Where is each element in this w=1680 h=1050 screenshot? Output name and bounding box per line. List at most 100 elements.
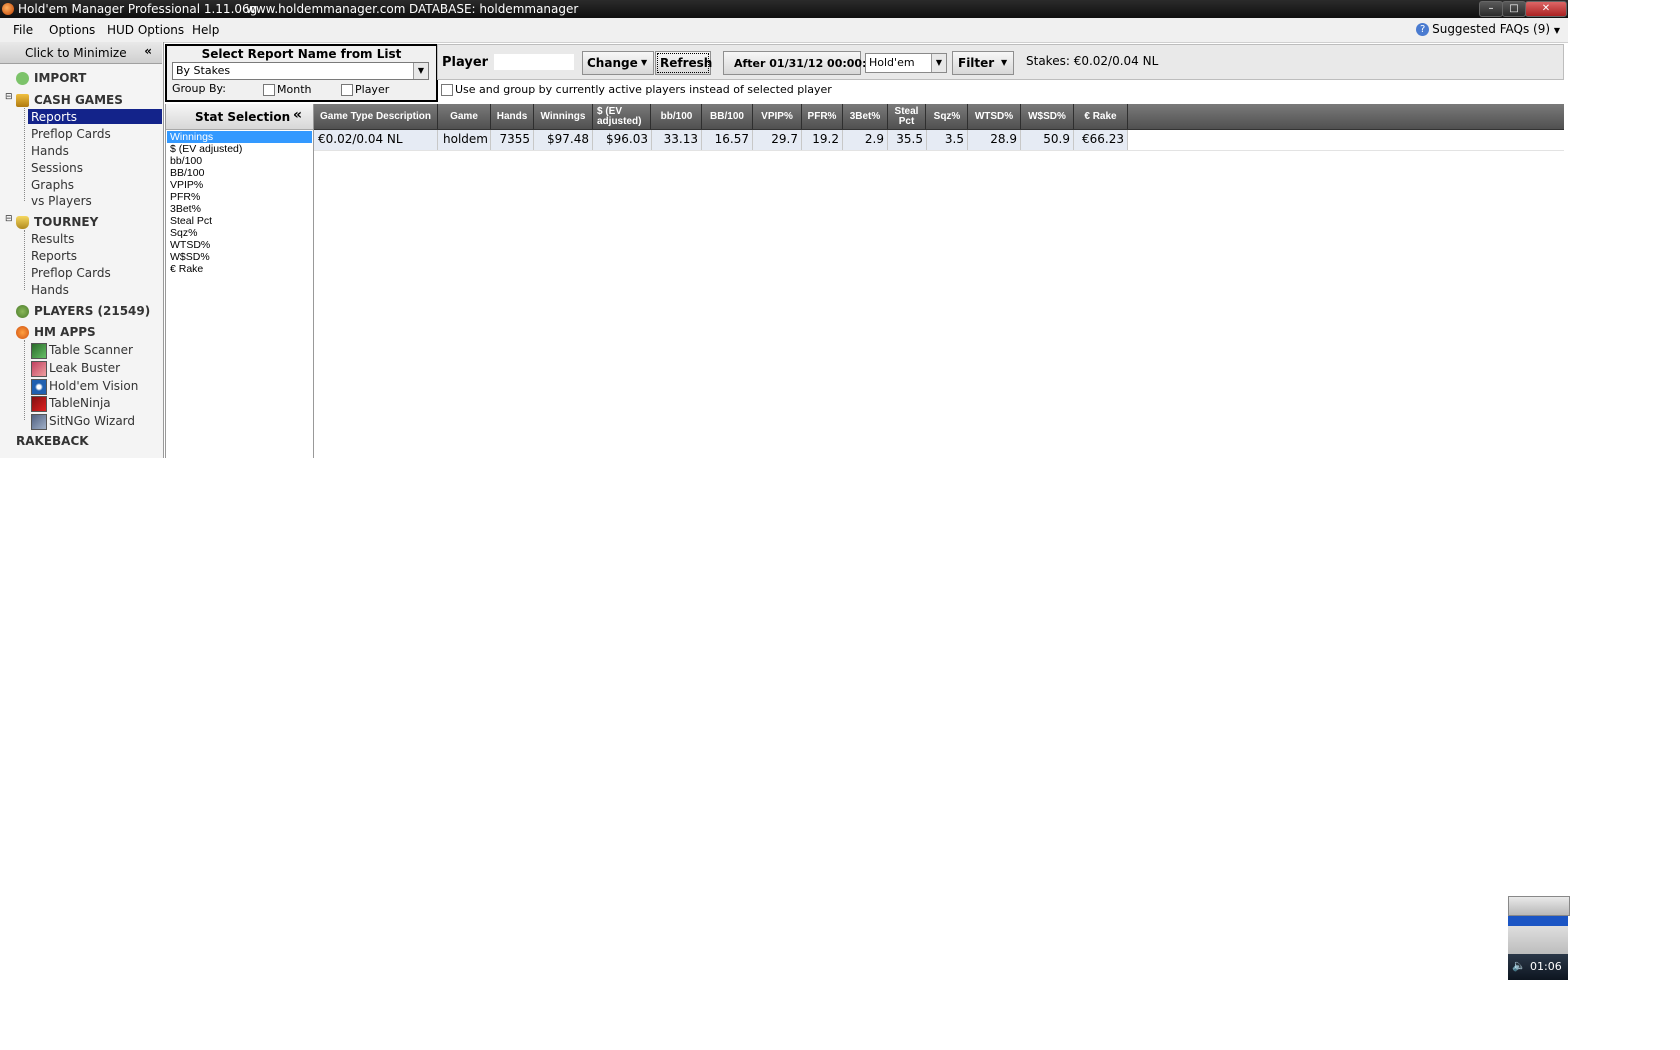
nav-cash-hands[interactable]: Hands <box>31 144 69 158</box>
nav-hm-apps[interactable]: HM APPS <box>34 325 96 339</box>
column-header[interactable]: VPIP% <box>753 104 802 129</box>
maximize-window-button[interactable]: □ <box>1502 1 1526 17</box>
stat-item[interactable]: 3Bet% <box>170 203 201 215</box>
game-type-value: Hold'em <box>869 56 915 69</box>
active-players-checkbox[interactable] <box>441 84 453 96</box>
nav-app-sitngo-wizard[interactable]: SitNGo Wizard <box>49 414 135 428</box>
report-selector-header: Select Report Name from List <box>201 47 402 61</box>
taskbar-button[interactable] <box>1508 896 1570 916</box>
report-toolbar: Player Change ▼ Refresh After 01/31/12 0… <box>437 44 1564 80</box>
column-header[interactable]: $ (EV adjusted) <box>593 104 651 129</box>
stat-item[interactable]: $ (EV adjusted) <box>170 143 242 155</box>
stat-item[interactable]: bb/100 <box>170 155 202 167</box>
nav-app-leak-buster[interactable]: Leak Buster <box>49 361 120 375</box>
nav-tourney-hands[interactable]: Hands <box>31 283 69 297</box>
column-header[interactable]: € Rake <box>1074 104 1128 129</box>
stat-item[interactable]: Sqz% <box>170 227 197 239</box>
nav-app-holdem-vision[interactable]: Hold'em Vision <box>49 379 138 393</box>
menu-hud-options[interactable]: HUD Options <box>107 23 184 37</box>
menu-file[interactable]: File <box>13 23 33 37</box>
change-player-button[interactable]: Change ▼ <box>582 51 654 75</box>
nav-import[interactable]: IMPORT <box>34 71 86 85</box>
stat-item[interactable]: W$SD% <box>170 251 210 263</box>
stat-item[interactable]: Steal Pct <box>170 215 212 227</box>
column-header[interactable]: Winnings <box>534 104 593 129</box>
collapse-cash-icon[interactable]: ⊟ <box>5 92 13 102</box>
nav-tourney-reports[interactable]: Reports <box>31 249 77 263</box>
nav-cash-sessions[interactable]: Sessions <box>31 161 83 175</box>
column-header[interactable]: Steal Pct <box>888 104 926 129</box>
nav-cash-vs-players[interactable]: vs Players <box>31 194 92 208</box>
speaker-icon[interactable]: 🔈 <box>1512 959 1526 972</box>
nav-cash-preflop-cards[interactable]: Preflop Cards <box>31 127 111 141</box>
stat-item[interactable]: VPIP% <box>170 179 203 191</box>
stat-item[interactable]: Winnings <box>170 131 213 143</box>
menu-help[interactable]: Help <box>192 23 219 37</box>
minimize-label: Click to Minimize <box>25 46 127 60</box>
refresh-label: Refresh <box>660 56 713 70</box>
column-header[interactable]: Game Type Description <box>314 104 438 129</box>
stat-item[interactable]: PFR% <box>170 191 200 203</box>
column-header[interactable]: BB/100 <box>702 104 753 129</box>
column-header[interactable]: W$SD% <box>1021 104 1074 129</box>
tableninja-icon <box>31 396 47 412</box>
cell-game: holdem <box>443 132 488 146</box>
suggested-faqs-button[interactable]: ? Suggested FAQs (9) ▼ <box>1416 22 1560 36</box>
chevron-down-icon[interactable]: ▼ <box>931 54 946 72</box>
column-header[interactable]: Hands <box>491 104 534 129</box>
group-by-player-checkbox[interactable] <box>341 84 353 96</box>
cell-sqz: 3.5 <box>944 132 964 146</box>
cell-steal-pct: 35.5 <box>896 132 923 146</box>
stat-item[interactable]: WTSD% <box>170 239 210 251</box>
nav-tourney-preflop-cards[interactable]: Preflop Cards <box>31 266 111 280</box>
column-header[interactable]: 3Bet% <box>843 104 888 129</box>
stat-item[interactable]: BB/100 <box>170 167 204 179</box>
column-header[interactable]: Game <box>438 104 491 129</box>
nav-tourney-results[interactable]: Results <box>31 232 74 246</box>
menu-options[interactable]: Options <box>49 23 95 37</box>
report-name-select[interactable]: By Stakes ▼ <box>172 62 429 80</box>
taskbar-active-strip <box>1508 916 1568 926</box>
nav-app-tableninja[interactable]: TableNinja <box>49 396 111 410</box>
double-chevron-left-icon[interactable]: « <box>293 107 302 123</box>
cell-bb100-small: 33.13 <box>663 132 698 146</box>
report-selected-value: By Stakes <box>176 64 231 77</box>
nav-cash-games[interactable]: CASH GAMES <box>34 93 123 107</box>
collapse-tourney-icon[interactable]: ⊟ <box>5 214 13 224</box>
nav-cash-reports[interactable]: Reports <box>31 110 77 124</box>
column-header[interactable]: WTSD% <box>968 104 1021 129</box>
stat-item[interactable]: € Rake <box>170 263 203 275</box>
date-filter-button[interactable]: After 01/31/12 00:00:00 <box>723 51 882 75</box>
nav-cash-graphs[interactable]: Graphs <box>31 178 74 192</box>
system-tray: 🔈 01:06 <box>1508 954 1568 980</box>
cell-game-type: €0.02/0.04 NL <box>318 132 403 146</box>
taskbar-button[interactable] <box>1508 926 1568 954</box>
game-type-select[interactable]: Hold'em ▼ <box>865 53 947 73</box>
nav-rakeback[interactable]: RAKEBACK <box>16 434 89 448</box>
clock[interactable]: 01:06 <box>1530 960 1562 973</box>
cell-3bet: 2.9 <box>864 132 884 146</box>
nav-tourney[interactable]: TOURNEY <box>34 215 98 229</box>
nav-players[interactable]: PLAYERS (21549) <box>34 304 150 318</box>
cell-winnings: $97.48 <box>547 132 589 146</box>
refresh-button[interactable]: Refresh <box>655 51 713 75</box>
table-row[interactable]: €0.02/0.04 NL holdem 7355 $97.48 $96.03 … <box>314 130 1564 151</box>
group-by-month-checkbox[interactable] <box>263 84 275 96</box>
coins-icon <box>16 94 29 107</box>
filter-button[interactable]: Filter ▼ <box>952 51 1014 75</box>
chevron-down-icon[interactable]: ▼ <box>413 63 428 79</box>
player-name-field[interactable] <box>494 54 574 70</box>
help-icon: ? <box>1416 23 1430 36</box>
cell-ev-adjusted: $96.03 <box>606 132 648 146</box>
column-header[interactable]: Sqz% <box>927 104 968 129</box>
minimize-window-button[interactable]: – <box>1479 1 1503 17</box>
minimize-nav-button[interactable]: Click to Minimize « <box>0 42 162 64</box>
nav-app-table-scanner[interactable]: Table Scanner <box>49 343 133 357</box>
cell-bb100-big: 16.57 <box>714 132 749 146</box>
column-header[interactable]: bb/100 <box>652 104 702 129</box>
tree-line <box>24 108 25 201</box>
close-window-button[interactable]: ✕ <box>1525 1 1567 17</box>
column-header[interactable]: PFR% <box>802 104 843 129</box>
tree-line <box>24 340 25 420</box>
faq-label: Suggested FAQs (9) <box>1432 22 1551 36</box>
